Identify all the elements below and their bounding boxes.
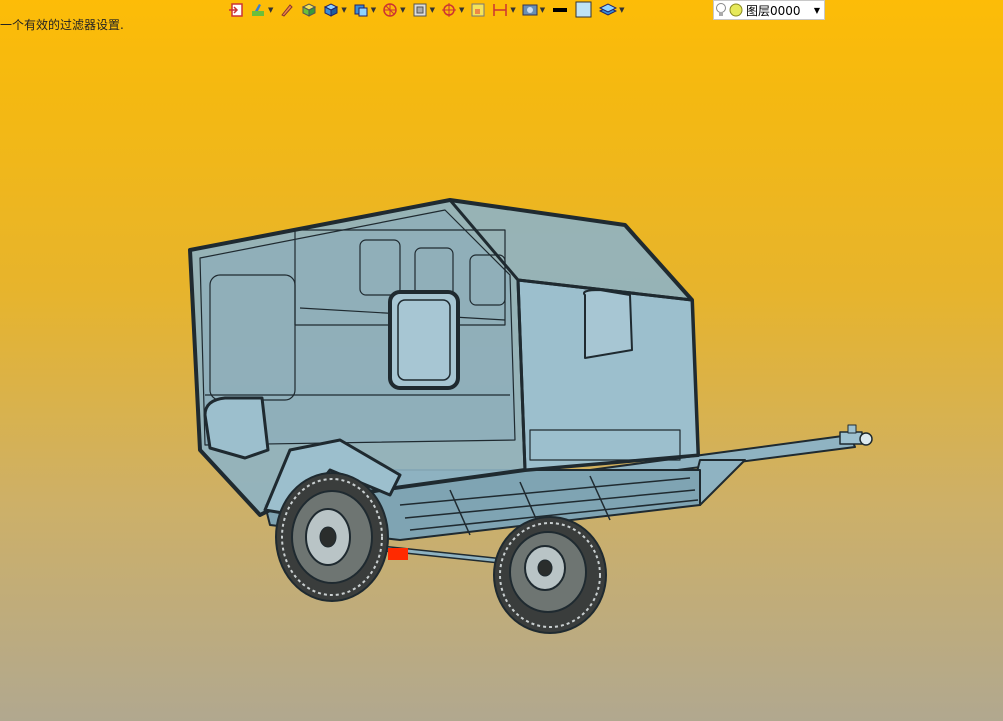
- render-icon: [522, 4, 538, 16]
- line-color-button[interactable]: [551, 0, 569, 20]
- wheel-icon: [383, 3, 397, 17]
- paint-button[interactable]: ▼: [250, 0, 273, 20]
- front-window: [583, 289, 633, 359]
- view-cube-icon: [354, 4, 368, 17]
- chevron-down-icon: ▼: [619, 6, 625, 14]
- layer-name: 图层0000: [746, 3, 801, 18]
- chevron-down-icon: ▼: [458, 6, 465, 14]
- frame-icon: [413, 3, 427, 17]
- pen-button[interactable]: [279, 0, 295, 20]
- right-wheel: [493, 516, 607, 634]
- layers-button[interactable]: ▼: [599, 0, 625, 20]
- import-icon: [229, 3, 243, 17]
- layers-icon: [599, 3, 618, 16]
- chevron-down-icon: ▼: [268, 6, 274, 14]
- view-cube-button[interactable]: ▼: [353, 0, 376, 20]
- import-button[interactable]: [228, 0, 244, 20]
- paint-brush-icon: [252, 4, 264, 16]
- render-button[interactable]: ▼: [522, 0, 545, 20]
- wheel-button[interactable]: ▼: [382, 0, 406, 20]
- status-message: 一个有效的过滤器设置.: [0, 18, 124, 32]
- line-color-icon: [553, 8, 568, 12]
- cad-viewport[interactable]: [0, 0, 1003, 721]
- lightbulb-icon: [716, 3, 726, 16]
- box-face-button[interactable]: [301, 0, 317, 20]
- axis-marker: [388, 548, 408, 560]
- chevron-down-icon: ▼: [341, 6, 347, 14]
- chevron-down-icon: ▼: [539, 6, 546, 14]
- fill-color-icon: [575, 1, 592, 18]
- hitch-coupler: [839, 424, 873, 446]
- solid-box-button[interactable]: ▼: [323, 0, 347, 20]
- select-box-icon: [471, 3, 485, 17]
- box-face-icon: [302, 3, 317, 17]
- toolbar: ▼ ▼ ▼ ▼ ▼ ▼ ▼ ▼ ▼: [228, 0, 631, 20]
- cabin-window: [388, 290, 460, 390]
- chevron-down-icon: ▼: [400, 6, 406, 14]
- frame-button[interactable]: ▼: [412, 0, 435, 20]
- chevron-down-icon: ▼: [429, 6, 435, 14]
- fill-color-button[interactable]: [575, 0, 593, 20]
- layer-visibility-icon: [729, 3, 743, 17]
- layer-selector[interactable]: 图层0000 ▼: [713, 0, 825, 20]
- rear-wheel-arch-panel: [203, 396, 270, 460]
- dimension-icon: [493, 4, 508, 16]
- snap-target-icon: [441, 3, 456, 17]
- pen-icon: [281, 4, 294, 17]
- solid-box-icon: [324, 3, 339, 17]
- chevron-down-icon: ▼: [370, 6, 377, 14]
- chevron-down-icon[interactable]: ▼: [814, 6, 820, 15]
- dimension-button[interactable]: ▼: [492, 0, 516, 20]
- snap-button[interactable]: ▼: [441, 0, 464, 20]
- chevron-down-icon: ▼: [510, 6, 516, 14]
- select-box-button[interactable]: [470, 0, 486, 20]
- trailer-model[interactable]: [188, 198, 873, 634]
- left-wheel: [275, 472, 389, 602]
